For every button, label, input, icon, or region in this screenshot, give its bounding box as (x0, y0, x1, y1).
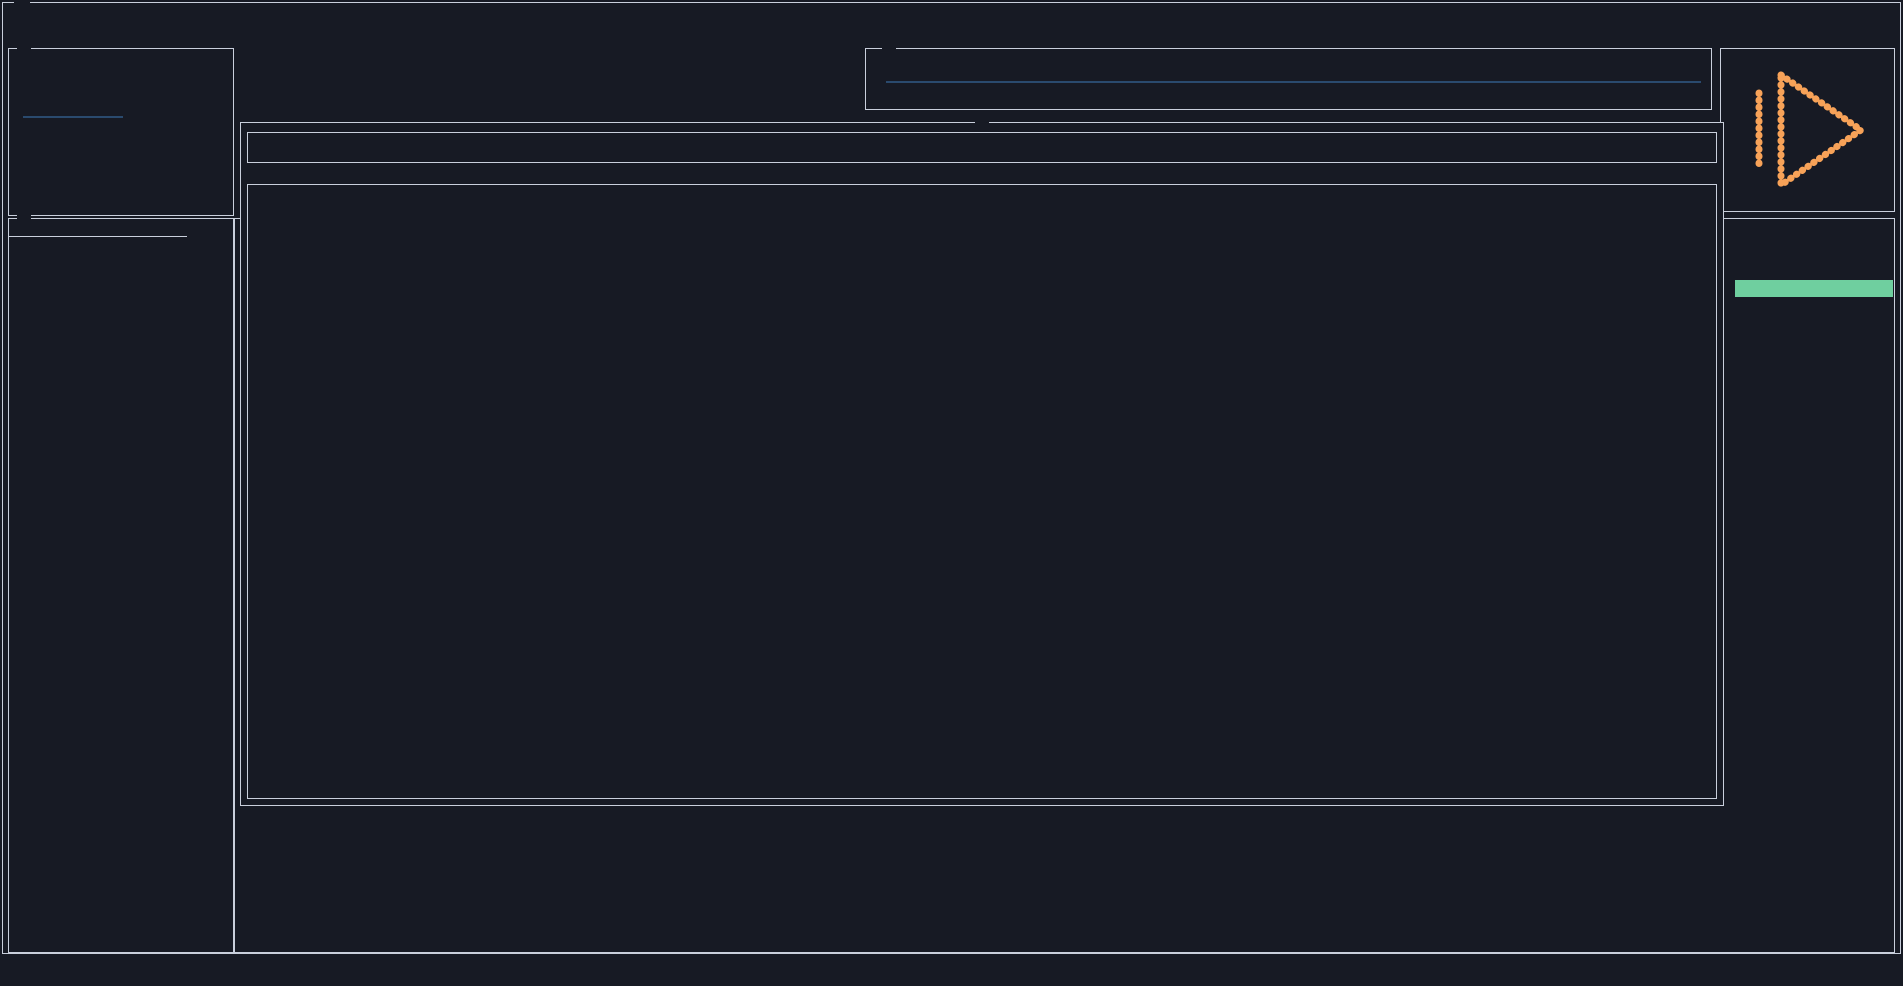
uptime (15, 76, 227, 93)
add-movie-modal (240, 122, 1724, 806)
bottom-keybindings (2, 953, 1901, 984)
movies-column-header (9, 248, 233, 265)
root-folder-value (15, 142, 227, 159)
stats-panel-title (17, 40, 31, 57)
results-header-row (248, 185, 1716, 202)
disk-usage (15, 109, 227, 126)
movies-panel-title (17, 210, 31, 227)
download-progress-gauge (886, 78, 1701, 86)
download-progress-row (876, 74, 1701, 91)
downloads-panel (865, 48, 1712, 110)
check-column-header (254, 185, 280, 202)
movies-panel (8, 218, 234, 953)
runtime-column-header (654, 185, 772, 202)
rotten-tomatoes-column-header (870, 185, 1032, 202)
disk-usage-gauge (23, 113, 123, 121)
title-column-header (280, 185, 556, 202)
stats-panel (8, 48, 234, 216)
logo-panel (1720, 48, 1895, 212)
radarr-version (15, 59, 227, 76)
movie-search-input[interactable] (248, 133, 1716, 162)
year-column-header (556, 185, 654, 202)
storage-label (15, 92, 227, 109)
imdb-column-header (772, 185, 870, 202)
root-folders-label (15, 125, 227, 142)
downloads-panel-title (882, 40, 896, 57)
genres-column-header (1032, 185, 1710, 202)
search-results-table (247, 184, 1717, 799)
movies-tabs (9, 219, 187, 237)
add-movie-title (975, 114, 989, 131)
tags-value[interactable] (1735, 280, 1893, 297)
play-logo-icon (1745, 63, 1871, 197)
search-box (247, 132, 1717, 163)
download-item-title (876, 57, 1701, 74)
app-title (14, 0, 30, 17)
